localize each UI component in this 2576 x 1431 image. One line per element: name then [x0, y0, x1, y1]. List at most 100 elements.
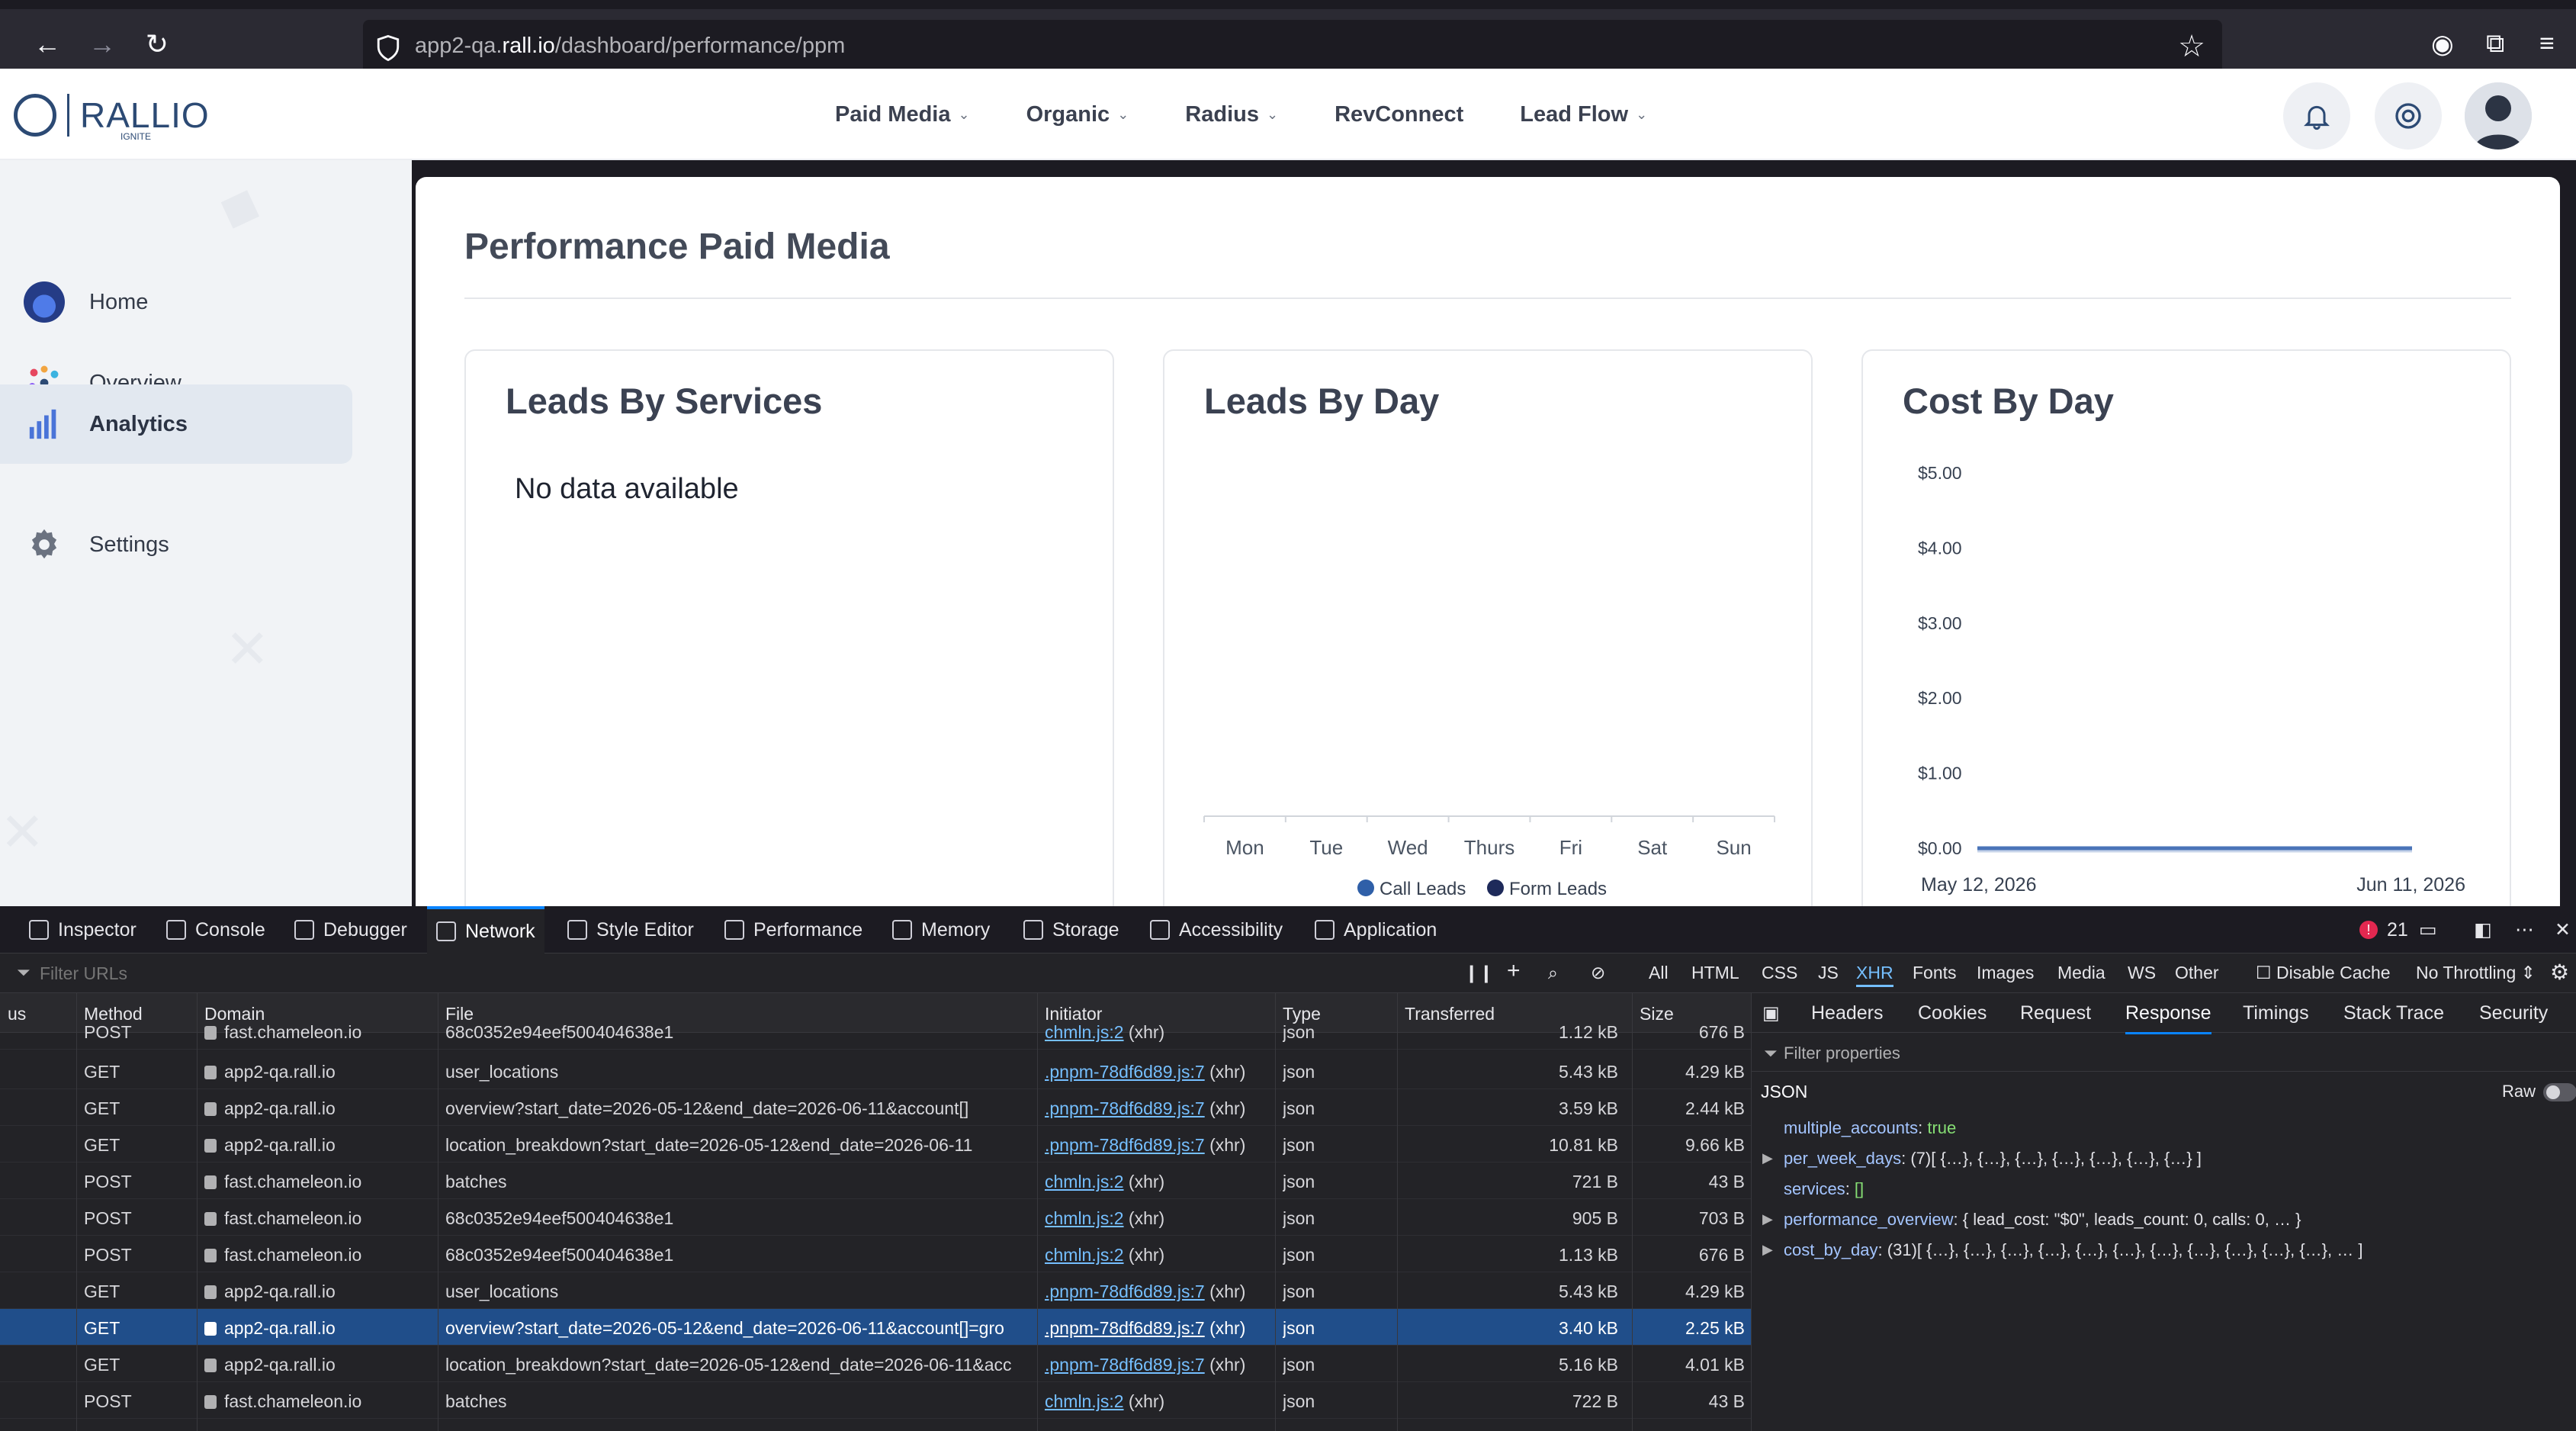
initiator-link[interactable]: chmln.js:2	[1045, 1172, 1124, 1191]
devtools-tab-application[interactable]: Application	[1306, 906, 1446, 953]
sidebar-item-settings[interactable]: Settings	[0, 505, 352, 584]
gear-icon[interactable]: ⚙	[2550, 960, 2569, 985]
responsive-design-icon[interactable]: ▭	[2419, 906, 2437, 953]
bookmark-star-icon[interactable]: ☆	[2178, 29, 2205, 64]
side-tab-security[interactable]: Security	[2479, 1002, 2548, 1024]
filter-css[interactable]: CSS	[1762, 963, 1797, 983]
devtools-tab-debugger[interactable]: Debugger	[285, 906, 416, 953]
menu-icon[interactable]: ≡	[2539, 29, 2555, 59]
side-tab-headers[interactable]: Headers	[1811, 1002, 1884, 1024]
json-line[interactable]: performance_overview: { lead_cost: "$0",…	[1784, 1210, 2301, 1230]
initiator-link[interactable]: chmln.js:2	[1045, 1208, 1124, 1228]
devtools-tab-style-editor[interactable]: Style Editor	[558, 906, 703, 953]
dock-icon[interactable]: ◧	[2474, 906, 2492, 953]
filter-fonts[interactable]: Fonts	[1913, 963, 1957, 983]
side-tab-request[interactable]: Request	[2020, 1002, 2091, 1024]
extensions-icon[interactable]: ⧉	[2486, 29, 2504, 59]
filter-ws[interactable]: WS	[2128, 963, 2156, 983]
filter-images[interactable]: Images	[1977, 963, 2034, 983]
json-line[interactable]: multiple_accounts: true	[1784, 1118, 1956, 1138]
json-line[interactable]: services: []	[1784, 1179, 1864, 1199]
side-tab-response[interactable]: Response	[2125, 1002, 2211, 1034]
raw-toggle[interactable]	[2543, 1083, 2576, 1101]
account-icon[interactable]: ◉	[2431, 29, 2454, 59]
filter-all[interactable]: All	[1649, 963, 1669, 983]
pause-icon[interactable]: ❙❙	[1464, 963, 1494, 983]
nav-lead-flow[interactable]: Lead Flow ⌄	[1520, 102, 1647, 127]
devtools-tab-inspector[interactable]: Inspector	[20, 906, 146, 953]
devtools-tab-performance[interactable]: Performance	[715, 906, 872, 953]
initiator-link[interactable]: chmln.js:2	[1045, 1022, 1124, 1042]
json-line[interactable]: cost_by_day: (31)[ {…}, {…}, {…}, {…}, {…	[1784, 1240, 2362, 1260]
toggle-sidebar-icon[interactable]: ▣	[1762, 1002, 1780, 1024]
filter-urls-input[interactable]	[40, 961, 573, 986]
table-row[interactable]: POST fast.chameleon.io 68c0352e94eef500404…	[0, 1199, 1751, 1236]
back-icon[interactable]: ←	[31, 27, 64, 61]
shield-icon[interactable]	[375, 34, 401, 63]
search-icon[interactable]: ⌕	[1548, 963, 1558, 983]
table-row[interactable]: POST fast.chameleon.io batches chmln.js:2 (…	[0, 1382, 1751, 1419]
url-bar[interactable]: app2-qa.rall.io/dashboard/performance/pp…	[363, 20, 2222, 76]
initiator-link[interactable]: .pnpm-78df6d89.js:7	[1045, 1355, 1205, 1375]
side-tab-timings[interactable]: Timings	[2243, 1002, 2309, 1024]
nav-organic[interactable]: Organic ⌄	[1026, 102, 1129, 127]
filter-media[interactable]: Media	[2057, 963, 2105, 983]
table-row[interactable]: GET app2-qa.rall.io user_locations .pnpm-78…	[0, 1272, 1751, 1309]
clear-icon[interactable]: ⊘	[1591, 963, 1605, 983]
support-button[interactable]	[2375, 82, 2442, 150]
table-row[interactable]: GET app2-qa.rall.io user_locations .pnpm-78…	[0, 1053, 1751, 1089]
disable-cache-checkbox[interactable]: ☐ Disable Cache	[2256, 963, 2391, 983]
devtools-tab-accessibility[interactable]: Accessibility	[1141, 906, 1292, 953]
filter-xhr[interactable]: XHR	[1856, 963, 1893, 987]
table-row[interactable]: POST fast.chameleon.io 68c0352e94eef500404…	[0, 1013, 1751, 1050]
raw-toggle-label: Raw	[2502, 1082, 2536, 1101]
filter-other[interactable]: Other	[2175, 963, 2219, 983]
throttling-select[interactable]: No Throttling ⇕	[2416, 963, 2536, 983]
side-tab-cookies[interactable]: Cookies	[1918, 1002, 1987, 1024]
nav-revconnect[interactable]: RevConnect	[1335, 102, 1463, 127]
sidebar-item-home[interactable]: Home	[0, 262, 352, 342]
initiator-link[interactable]: .pnpm-78df6d89.js:7	[1045, 1098, 1205, 1118]
filter-html[interactable]: HTML	[1691, 963, 1739, 983]
notifications-button[interactable]	[2283, 82, 2350, 150]
expand-triangle-icon[interactable]: ▶	[1762, 1150, 1773, 1166]
rallio-logo[interactable]: RALLIO IGNITE	[14, 88, 210, 142]
forward-icon[interactable]: →	[85, 27, 119, 61]
initiator-link[interactable]: chmln.js:2	[1045, 1245, 1124, 1265]
table-row[interactable]: GET app2-qa.rall.io overview?start_date=20…	[0, 1309, 1751, 1346]
side-tab-stack-trace[interactable]: Stack Trace	[2343, 1002, 2444, 1024]
initiator-link[interactable]: .pnpm-78df6d89.js:7	[1045, 1135, 1205, 1155]
nav-paid-media[interactable]: Paid Media ⌄	[835, 102, 970, 127]
expand-triangle-icon[interactable]: ▶	[1762, 1211, 1773, 1227]
x-tick-label: Thurs	[1464, 836, 1514, 859]
devtools-tab-memory[interactable]: Memory	[883, 906, 999, 953]
expand-triangle-icon[interactable]: ▶	[1762, 1242, 1773, 1258]
cell-method: GET	[84, 1318, 120, 1338]
cell-method: GET	[84, 1062, 120, 1082]
nav-radius[interactable]: Radius ⌄	[1185, 102, 1278, 127]
table-row[interactable]: GET app2-qa.rall.io location_breakdown?sta…	[0, 1126, 1751, 1162]
initiator-link[interactable]: .pnpm-78df6d89.js:7	[1045, 1062, 1205, 1082]
user-avatar[interactable]	[2465, 82, 2532, 150]
error-count-badge[interactable]: ! 21	[2359, 906, 2408, 953]
table-row[interactable]: GET app2-qa.rall.io location_breakdown?sta…	[0, 1346, 1751, 1382]
initiator-link[interactable]: chmln.js:2	[1045, 1391, 1124, 1411]
plus-icon[interactable]: +	[1507, 958, 1521, 984]
initiator-link[interactable]: .pnpm-78df6d89.js:7	[1045, 1318, 1205, 1338]
more-options-icon[interactable]: ⋯	[2515, 906, 2534, 953]
legend-label[interactable]: Form Leads	[1509, 879, 1607, 899]
json-line[interactable]: per_week_days: (7)[ {…}, {…}, {…}, {…}, …	[1784, 1149, 2202, 1169]
devtools-tab-console[interactable]: Console	[157, 906, 275, 953]
legend-label[interactable]: Call Leads	[1380, 879, 1466, 899]
table-row[interactable]: POST fast.chameleon.io 68c0352e94eef500404…	[0, 1236, 1751, 1272]
table-row[interactable]: GET app2-qa.rall.io overview?start_date=20…	[0, 1089, 1751, 1126]
close-icon[interactable]: ✕	[2555, 906, 2571, 953]
reload-icon[interactable]: ↻	[140, 27, 174, 61]
table-row[interactable]: POST fast.chameleon.io batches chmln.js:2 (…	[0, 1162, 1751, 1199]
devtools-tab-storage[interactable]: Storage	[1014, 906, 1129, 953]
initiator-link[interactable]: .pnpm-78df6d89.js:7	[1045, 1281, 1205, 1301]
filter-properties-input[interactable]: Filter properties	[1784, 1044, 1900, 1063]
sidebar-item-analytics[interactable]: Analytics	[0, 384, 352, 464]
filter-js[interactable]: JS	[1818, 963, 1839, 983]
devtools-tab-network[interactable]: Network	[427, 906, 544, 953]
